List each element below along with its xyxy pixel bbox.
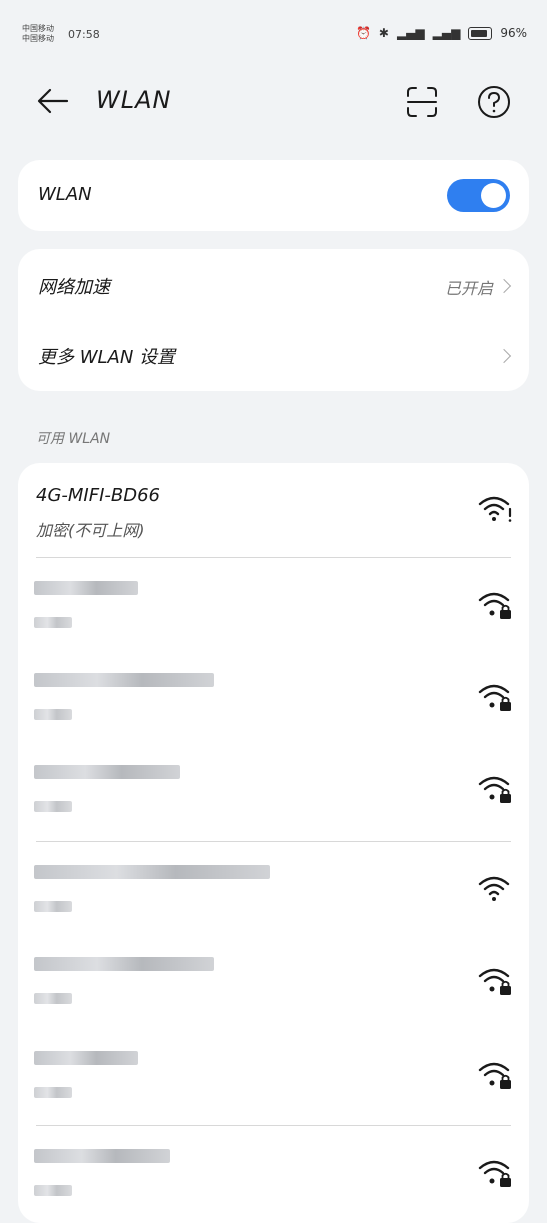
networks-card: 4G-MIFI-BD66 加密(不可上网) (18, 463, 529, 1223)
network-status-redacted (34, 709, 72, 720)
network-status-redacted (34, 993, 72, 1004)
network-status-redacted (34, 1087, 72, 1098)
network-name-redacted (34, 865, 270, 879)
network-name: 4G-MIFI-BD66 (36, 485, 161, 506)
settings-card: 网络加速 已开启 更多 WLAN 设置 (18, 249, 529, 391)
network-item-blurred[interactable] (18, 935, 529, 1027)
help-icon[interactable] (476, 84, 512, 124)
chevron-right-icon (496, 348, 512, 364)
back-arrow-icon[interactable] (36, 84, 70, 122)
carrier-info: 中国移动 中国移动 (22, 24, 54, 44)
signal-icon-2: ▂▄▆ (432, 26, 461, 40)
network-item-blurred[interactable] (18, 559, 529, 651)
battery-icon (468, 26, 493, 40)
page-title: WLAN (96, 86, 172, 114)
signal-icon: ▂▄▆ (396, 26, 425, 40)
status-icons: ⏰ ✱ ▂▄▆ ▂▄▆ 96% (356, 26, 527, 40)
network-item-blurred[interactable] (18, 1127, 529, 1219)
network-status-redacted (34, 801, 72, 812)
status-bar: 中国移动 中国移动 07:58 ⏰ ✱ ▂▄▆ ▂▄▆ 96% (0, 0, 547, 60)
wifi-locked-icon (477, 589, 513, 625)
network-name-redacted (34, 1051, 138, 1065)
network-name-redacted (34, 673, 214, 687)
network-accelerate-label: 网络加速 (38, 277, 110, 298)
wifi-icon (477, 873, 513, 909)
wifi-locked-icon (477, 1157, 513, 1193)
status-time: 07:58 (68, 28, 100, 41)
scan-icon[interactable] (404, 84, 440, 124)
network-name-redacted (34, 957, 214, 971)
network-name-redacted (34, 1149, 170, 1163)
wlan-toggle-card: WLAN (18, 160, 529, 231)
title-bar: WLAN (0, 70, 547, 134)
divider (36, 557, 511, 558)
wlan-toggle[interactable] (447, 179, 510, 212)
wifi-locked-icon (477, 773, 513, 809)
network-name-redacted (34, 581, 138, 595)
carrier-line-2: 中国移动 (22, 34, 54, 43)
network-item-blurred[interactable] (18, 651, 529, 743)
network-item-blurred[interactable] (18, 743, 529, 835)
more-wlan-settings-label: 更多 WLAN 设置 (38, 347, 176, 368)
wlan-label: WLAN (38, 184, 92, 205)
wifi-alert-icon (477, 493, 513, 529)
chevron-right-icon (496, 278, 512, 294)
network-item[interactable]: 4G-MIFI-BD66 加密(不可上网) (18, 463, 529, 555)
wifi-locked-icon (477, 965, 513, 1001)
wifi-locked-icon (477, 681, 513, 717)
network-status: 加密(不可上网) (36, 521, 145, 540)
network-item-blurred[interactable] (18, 843, 529, 935)
network-status-redacted (34, 901, 72, 912)
bluetooth-icon: ✱ (378, 26, 389, 40)
alarm-icon: ⏰ (355, 26, 371, 40)
network-status-redacted (34, 617, 72, 628)
wifi-locked-icon (477, 1059, 513, 1095)
battery-percent: 96% (500, 26, 527, 40)
divider (36, 1125, 511, 1126)
network-item-blurred[interactable] (18, 1029, 529, 1121)
network-name-redacted (34, 765, 180, 779)
divider (36, 841, 511, 842)
available-wlan-header: 可用 WLAN (36, 431, 111, 447)
network-status-redacted (34, 1185, 72, 1196)
network-accelerate-value: 已开启 (444, 279, 493, 298)
carrier-line-1: 中国移动 (22, 24, 54, 33)
